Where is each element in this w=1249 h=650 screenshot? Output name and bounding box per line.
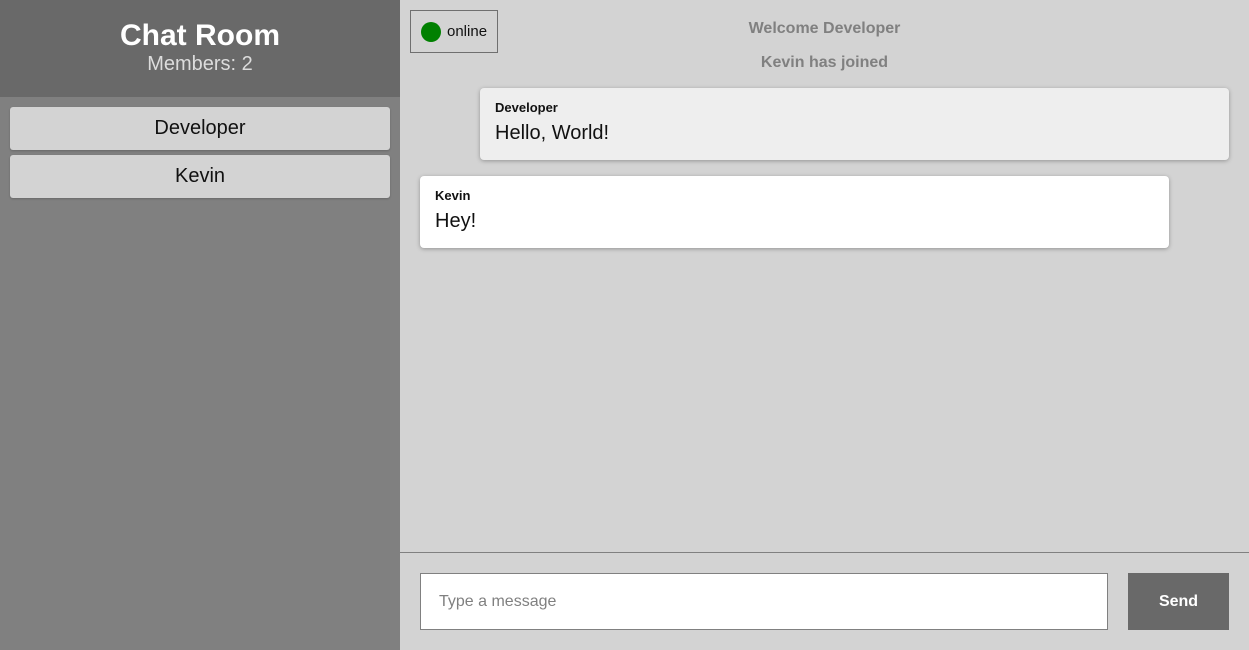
message-bubble-own: Developer Hello, World! bbox=[480, 88, 1229, 160]
member-count: Members: 2 bbox=[147, 53, 253, 75]
member-list: Developer Kevin bbox=[0, 97, 400, 213]
message-composer: Send bbox=[400, 552, 1249, 650]
message-sender: Kevin bbox=[435, 188, 471, 203]
system-message: Kevin has joined bbox=[760, 54, 889, 71]
member-item-kevin[interactable]: Kevin bbox=[10, 155, 390, 198]
message-bubble-other: Kevin Hey! bbox=[420, 176, 1169, 248]
chat-app: Chat Room Members: 2 Developer Kevin onl… bbox=[0, 0, 1249, 650]
sidebar: Chat Room Members: 2 Developer Kevin bbox=[0, 0, 400, 650]
chat-main: online Welcome Developer Kevin has joine… bbox=[400, 0, 1249, 650]
send-button[interactable]: Send bbox=[1128, 573, 1229, 630]
message-text: Hello, World! bbox=[495, 122, 610, 144]
member-item-developer[interactable]: Developer bbox=[10, 107, 390, 150]
message-input[interactable] bbox=[420, 573, 1108, 630]
room-title: Chat Room bbox=[120, 19, 280, 52]
message-text: Hey! bbox=[435, 210, 477, 232]
system-message: Welcome Developer bbox=[748, 20, 901, 37]
message-sender: Developer bbox=[495, 100, 558, 115]
sidebar-header: Chat Room Members: 2 bbox=[0, 0, 400, 97]
